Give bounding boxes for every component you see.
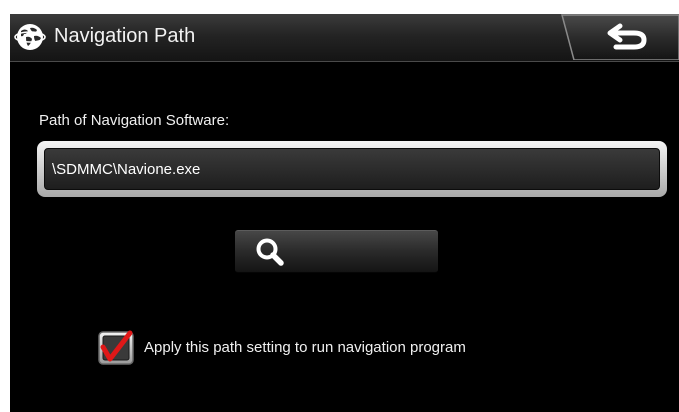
page-title: Navigation Path xyxy=(54,25,196,47)
search-icon xyxy=(255,237,285,267)
search-button[interactable] xyxy=(235,230,438,273)
path-label: Path of Navigation Software: xyxy=(39,112,230,129)
back-arrow-icon xyxy=(604,21,650,51)
path-field-inner[interactable]: \SDMMC\Navione.exe xyxy=(44,148,660,190)
globe-icon xyxy=(14,22,46,52)
back-button[interactable] xyxy=(560,14,679,60)
navigation-path-screen: Navigation Path Path of Navigation Softw… xyxy=(10,14,679,412)
apply-checkbox[interactable] xyxy=(97,330,135,366)
title-bar: Navigation Path xyxy=(10,14,679,62)
path-field[interactable]: \SDMMC\Navione.exe xyxy=(37,141,667,197)
apply-checkbox-label[interactable]: Apply this path setting to run navigatio… xyxy=(144,339,466,356)
path-value: \SDMMC\Navione.exe xyxy=(52,161,201,178)
